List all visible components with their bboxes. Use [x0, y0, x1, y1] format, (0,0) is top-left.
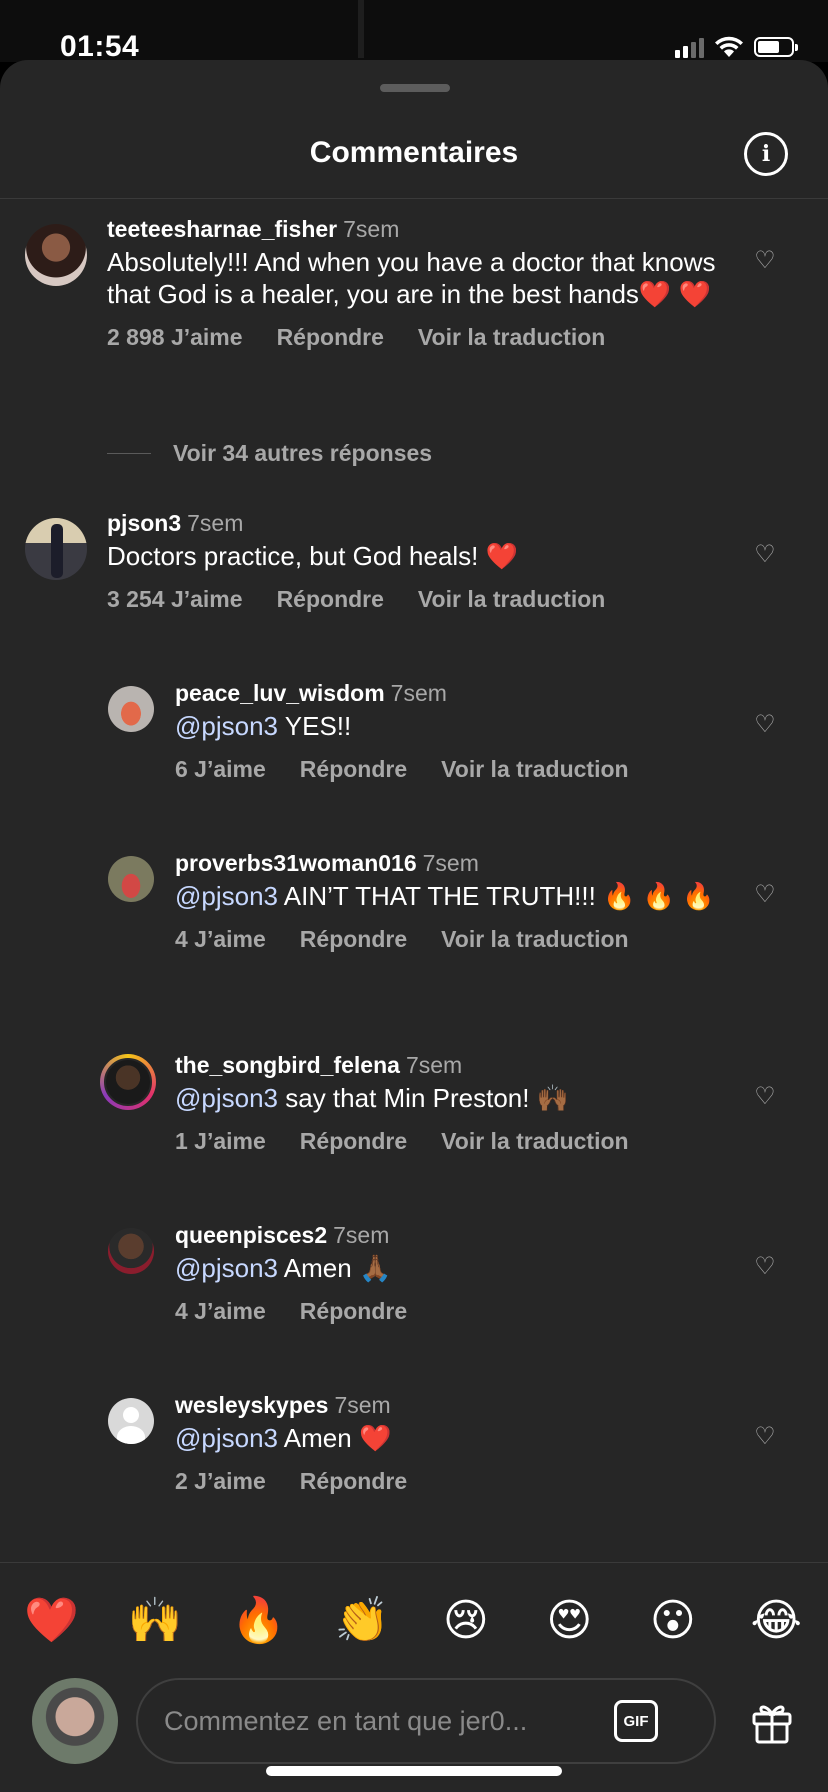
sheet-grabber[interactable]	[380, 84, 450, 92]
emoji-raised-hands-button[interactable]: 🙌	[120, 1594, 190, 1646]
likes-count[interactable]: 4 J’aime	[175, 926, 266, 953]
avatar[interactable]	[108, 856, 154, 902]
avatar[interactable]	[108, 686, 154, 732]
avatar[interactable]	[108, 1398, 154, 1444]
heart-outline-icon[interactable]: ♡	[752, 882, 778, 908]
status-icons	[675, 36, 798, 58]
battery-icon	[754, 37, 798, 57]
comments-list[interactable]: teeteesharnae_fisher 7sem Absolutely!!! A…	[0, 200, 828, 1562]
view-replies-line	[107, 453, 151, 454]
comment-username[interactable]: teeteesharnae_fisher	[107, 216, 337, 242]
comment-username[interactable]: wesleyskypes	[175, 1392, 328, 1418]
avatar[interactable]	[25, 518, 87, 580]
translate-button[interactable]: Voir la traduction	[441, 926, 628, 953]
comments-sheet: Commentaires i teeteesharnae_fisher 7sem …	[0, 60, 828, 1792]
emoji-fire-button[interactable]: 🔥	[224, 1594, 294, 1646]
translate-button[interactable]: Voir la traduction	[441, 756, 628, 783]
avatar[interactable]	[104, 1058, 152, 1106]
mention-link[interactable]: @pjson3	[175, 1423, 278, 1453]
gif-button[interactable]: GIF	[614, 1700, 658, 1742]
comment-text: @pjson3 say that Min Preston! 🙌🏾	[175, 1083, 570, 1113]
emoji-heart-button[interactable]: ❤️	[17, 1594, 87, 1646]
comment-text: @pjson3 Amen 🙏🏾	[175, 1253, 392, 1283]
comment-time: 7sem	[334, 1392, 391, 1418]
comment-composer: GIF	[0, 1678, 828, 1768]
status-time: 01:54	[60, 30, 140, 63]
comment-body: pjson3 7sem Doctors practice, but God hea…	[107, 508, 718, 613]
header-divider	[0, 198, 828, 199]
heart-outline-icon[interactable]: ♡	[752, 248, 778, 274]
heart-outline-icon[interactable]: ♡	[752, 1424, 778, 1450]
comment-username[interactable]: proverbs31woman016	[175, 850, 417, 876]
comment-time: 7sem	[343, 216, 400, 242]
emoji-laughing-button[interactable]: 😂	[741, 1595, 811, 1646]
translate-button[interactable]: Voir la traduction	[441, 1128, 628, 1155]
likes-count[interactable]: 6 J’aime	[175, 756, 266, 783]
reply-button[interactable]: Répondre	[300, 926, 407, 953]
translate-button[interactable]: Voir la traduction	[418, 324, 605, 351]
emoji-crying-button[interactable]: 😢	[431, 1595, 501, 1646]
heart-outline-icon[interactable]: ♡	[752, 542, 778, 568]
comment-body: queenpisces2 7sem @pjson3 Amen 🙏🏾 4 J’aim…	[175, 1220, 718, 1325]
comment-time: 7sem	[422, 850, 479, 876]
emoji-clap-button[interactable]: 👏	[327, 1594, 397, 1646]
comment-username[interactable]: the_songbird_felena	[175, 1052, 400, 1078]
camera-notch-line	[358, 0, 364, 58]
comment-time: 7sem	[405, 1052, 463, 1078]
my-avatar	[32, 1678, 118, 1764]
comment-body: teeteesharnae_fisher 7sem Absolutely!!! A…	[107, 214, 718, 351]
comment-body: wesleyskypes 7sem @pjson3 Amen ❤️ 2 J’aim…	[175, 1390, 718, 1495]
info-icon[interactable]: i	[744, 132, 788, 176]
mention-link[interactable]: @pjson3	[175, 711, 278, 741]
reply-button[interactable]: Répondre	[300, 1128, 407, 1155]
quick-emoji-bar: ❤️ 🙌 🔥 👏 😢 😍 😮 😂	[0, 1590, 828, 1650]
comment-text: @pjson3 Amen ❤️	[175, 1423, 392, 1453]
status-bar: 01:54	[0, 0, 828, 63]
avatar[interactable]	[25, 224, 87, 286]
heart-outline-icon[interactable]: ♡	[752, 1254, 778, 1280]
reply-button[interactable]: Répondre	[300, 1468, 407, 1495]
reply-button[interactable]: Répondre	[300, 756, 407, 783]
translate-button[interactable]: Voir la traduction	[418, 586, 605, 613]
likes-count[interactable]: 1 J’aime	[175, 1128, 266, 1155]
likes-count[interactable]: 2 J’aime	[175, 1468, 266, 1495]
heart-outline-icon[interactable]: ♡	[752, 1084, 778, 1110]
comment-username[interactable]: queenpisces2	[175, 1222, 327, 1248]
emoji-heart-eyes-button[interactable]: 😍	[534, 1595, 604, 1646]
heart-outline-icon[interactable]: ♡	[752, 712, 778, 738]
comment-text: Absolutely!!! And when you have a doctor…	[107, 247, 716, 309]
comment-body: peace_luv_wisdom 7sem @pjson3 YES!! 6 J’a…	[175, 678, 718, 783]
sheet-title: Commentaires	[309, 136, 519, 169]
comment-username[interactable]: pjson3	[107, 510, 181, 536]
comment-username[interactable]: peace_luv_wisdom	[175, 680, 385, 706]
comment-time: 7sem	[333, 1222, 390, 1248]
reply-button[interactable]: Répondre	[277, 586, 384, 613]
comment-text: @pjson3 AIN’T THAT THE TRUTH!!! 🔥 🔥 🔥	[175, 881, 715, 911]
comment-time: 7sem	[187, 510, 244, 536]
mention-link[interactable]: @pjson3	[175, 1253, 278, 1283]
comment-text: @pjson3 YES!!	[175, 711, 352, 741]
wifi-icon	[715, 36, 743, 57]
home-indicator[interactable]	[266, 1766, 562, 1776]
mention-link[interactable]: @pjson3	[175, 881, 278, 911]
view-more-replies-button[interactable]: Voir 34 autres réponses	[107, 440, 432, 467]
comment-text: Doctors practice, but God heals! ❤️	[107, 541, 518, 571]
avatar[interactable]	[108, 1228, 154, 1274]
comment-time: 7sem	[390, 680, 447, 706]
likes-count[interactable]: 4 J’aime	[175, 1298, 266, 1325]
likes-count[interactable]: 3 254 J’aime	[107, 586, 243, 613]
comment-body: proverbs31woman016 7sem @pjson3 AIN’T THA…	[175, 848, 718, 953]
view-replies-label: Voir 34 autres réponses	[173, 440, 433, 466]
emoji-bar-divider	[0, 1562, 828, 1563]
comment-body: the_songbird_felena 7sem @pjson3 say that…	[175, 1050, 718, 1155]
mention-link[interactable]: @pjson3	[175, 1083, 278, 1113]
likes-count[interactable]: 2 898 J’aime	[107, 324, 243, 351]
emoji-surprised-button[interactable]: 😮	[638, 1595, 708, 1646]
reply-button[interactable]: Répondre	[277, 324, 384, 351]
cell-signal-icon	[675, 36, 704, 58]
gift-icon[interactable]	[748, 1698, 796, 1746]
reply-button[interactable]: Répondre	[300, 1298, 407, 1325]
